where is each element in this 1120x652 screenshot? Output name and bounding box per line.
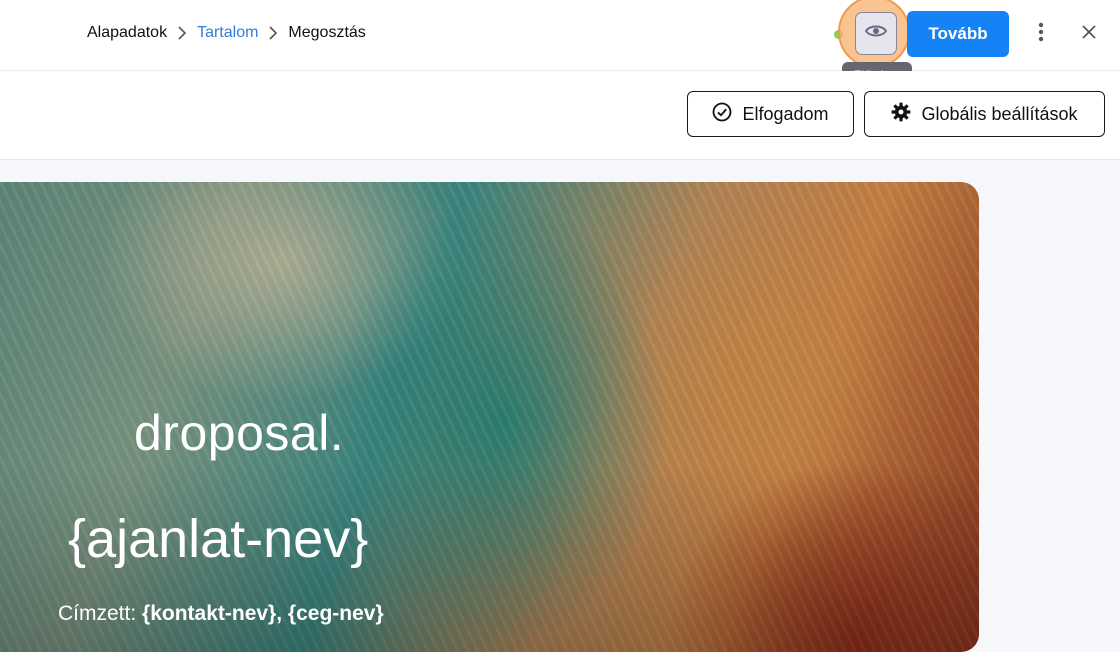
company-placeholder: {ceg-nev} <box>287 602 384 625</box>
gear-icon <box>891 102 911 127</box>
breadcrumb-item-alapadatok[interactable]: Alapadatok <box>87 24 167 42</box>
eye-icon <box>864 24 888 43</box>
droposal-logo: droposal. <box>134 405 345 461</box>
proposal-title[interactable]: {ajanlat-nev} <box>68 508 368 570</box>
breadcrumb: Alapadatok Tartalom Megosztás <box>87 24 366 42</box>
accept-button-label: Elfogadom <box>742 103 829 124</box>
recipient-label: Címzett: <box>58 602 137 625</box>
global-settings-label: Globális beállítások <box>921 103 1078 124</box>
close-button[interactable] <box>1075 20 1103 48</box>
more-options-button[interactable] <box>1027 20 1055 48</box>
preview-button[interactable] <box>855 12 897 55</box>
close-icon <box>1081 24 1097 45</box>
editor-toolbar: Elfogadom Globális beállítások <box>0 71 1120 160</box>
contact-placeholder: {kontakt-nev}, <box>142 602 283 625</box>
chevron-right-icon <box>258 26 288 40</box>
breadcrumb-item-megosztas[interactable]: Megosztás <box>288 24 365 42</box>
check-circle-icon <box>712 102 732 127</box>
more-vertical-icon <box>1038 22 1044 47</box>
breadcrumb-item-tartalom[interactable]: Tartalom <box>197 24 258 42</box>
proposal-cover[interactable]: droposal. {ajanlat-nev} Címzett: {kontak… <box>0 182 979 652</box>
global-settings-button[interactable]: Globális beállítások <box>864 91 1105 137</box>
accept-button[interactable]: Elfogadom <box>687 91 854 137</box>
recipient-line[interactable]: Címzett: {kontakt-nev}, {ceg-nev} <box>58 602 384 626</box>
next-button[interactable]: Tovább <box>907 11 1009 57</box>
chevron-right-icon <box>167 26 197 40</box>
top-bar: Alapadatok Tartalom Megosztás Előnézet T… <box>0 0 1120 88</box>
